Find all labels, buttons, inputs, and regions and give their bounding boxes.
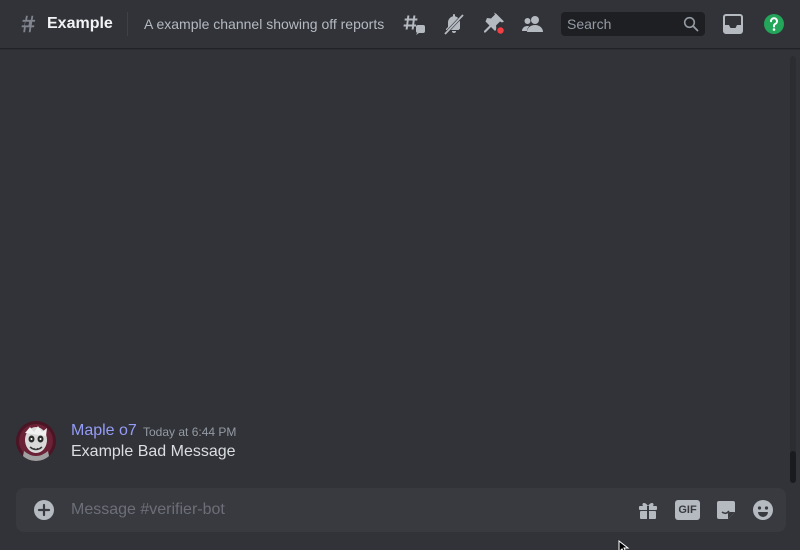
channel-header: Example A example channel showing off re… [0, 0, 800, 48]
header-divider [127, 12, 128, 36]
gift-icon[interactable] [636, 498, 660, 522]
message-content: Example Bad Message [71, 443, 236, 460]
add-attachment-icon[interactable] [32, 498, 56, 522]
search-box[interactable] [561, 12, 705, 36]
search-icon [683, 16, 699, 32]
mouse-cursor-icon [618, 540, 630, 550]
emoji-icon[interactable] [751, 498, 775, 522]
scroll-thumb[interactable] [790, 451, 796, 483]
notification-muted-icon[interactable] [442, 12, 466, 36]
avatar[interactable] [16, 421, 56, 461]
discord-app: Example A example channel showing off re… [0, 0, 800, 550]
help-icon[interactable] [762, 12, 786, 36]
message-composer: GIF [16, 488, 786, 532]
hashtag-icon [21, 15, 36, 33]
threads-icon[interactable] [402, 12, 426, 36]
scroll-track[interactable] [790, 56, 796, 482]
message-username[interactable]: Maple o7 [71, 421, 137, 441]
channel-name: Example [47, 15, 113, 32]
inbox-icon[interactable] [721, 12, 745, 36]
channel-topic[interactable]: A example channel showing off reports [144, 14, 384, 34]
member-list-icon[interactable] [521, 12, 545, 36]
sticker-icon[interactable] [714, 498, 738, 522]
avatar-image [16, 421, 56, 461]
pinned-messages-icon[interactable] [482, 12, 506, 36]
search-input[interactable] [561, 12, 679, 36]
gif-button[interactable]: GIF [675, 500, 700, 520]
message-timestamp[interactable]: Today at 6:44 PM [143, 424, 236, 440]
message-input[interactable] [71, 488, 611, 532]
